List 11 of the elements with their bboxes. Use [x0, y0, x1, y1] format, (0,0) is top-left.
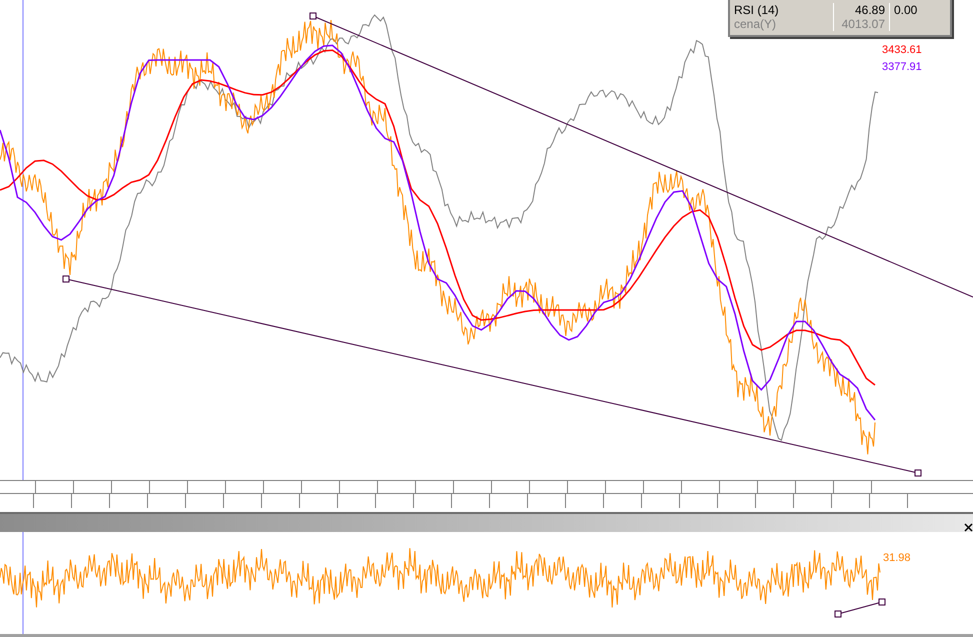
rsi-value: 31.98: [883, 552, 911, 564]
indicator-name: RSI (14): [730, 3, 834, 17]
indicator-value: 0.00: [893, 3, 918, 17]
indicator-value: 4013.07: [834, 17, 890, 31]
trend-line[interactable]: [834, 598, 886, 618]
indicator-value: 46.89: [834, 3, 890, 17]
panel-splitter[interactable]: [0, 512, 973, 532]
close-icon[interactable]: [964, 523, 973, 532]
price-label: 3377.91: [882, 60, 922, 74]
indicator-name: cena(Y): [730, 17, 834, 31]
price-label: 3433.61: [882, 43, 922, 57]
